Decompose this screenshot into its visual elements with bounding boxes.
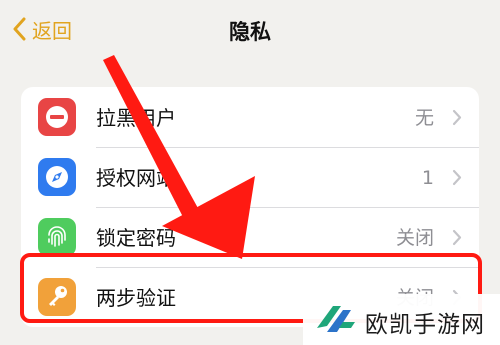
- navigation-bar: 返回 隐私: [0, 0, 500, 60]
- compass-icon: [38, 158, 76, 196]
- row-label: 授权网站: [96, 166, 176, 190]
- key-icon: [38, 278, 76, 316]
- chevron-right-icon: [452, 169, 462, 186]
- page-title: 隐私: [229, 20, 271, 44]
- chevron-right-icon: [452, 109, 462, 126]
- chevron-right-icon: [452, 229, 462, 246]
- row-label: 锁定密码: [96, 226, 176, 250]
- row-divider: [96, 267, 479, 268]
- privacy-settings-group: 拉黑用户 无 授权网站 1 锁定密码 关闭 两步验证: [21, 87, 479, 327]
- row-label: 拉黑用户: [96, 106, 176, 130]
- settings-row-authorized-sites[interactable]: 授权网站 1: [21, 149, 479, 207]
- watermark: 欧凯手游网: [303, 294, 500, 345]
- row-divider: [96, 207, 479, 208]
- row-value: 关闭: [395, 227, 434, 249]
- settings-row-blocked-users[interactable]: 拉黑用户 无: [21, 89, 479, 147]
- watermark-text: 欧凯手游网: [365, 312, 485, 338]
- settings-row-lock-password[interactable]: 锁定密码 关闭: [21, 209, 479, 267]
- block-icon: [38, 98, 76, 136]
- row-divider: [96, 147, 479, 148]
- ok-logo-icon: [317, 306, 355, 332]
- row-label: 两步验证: [96, 286, 176, 310]
- row-value: 无: [414, 107, 434, 129]
- fingerprint-icon: [38, 218, 76, 256]
- row-value: 1: [421, 167, 434, 189]
